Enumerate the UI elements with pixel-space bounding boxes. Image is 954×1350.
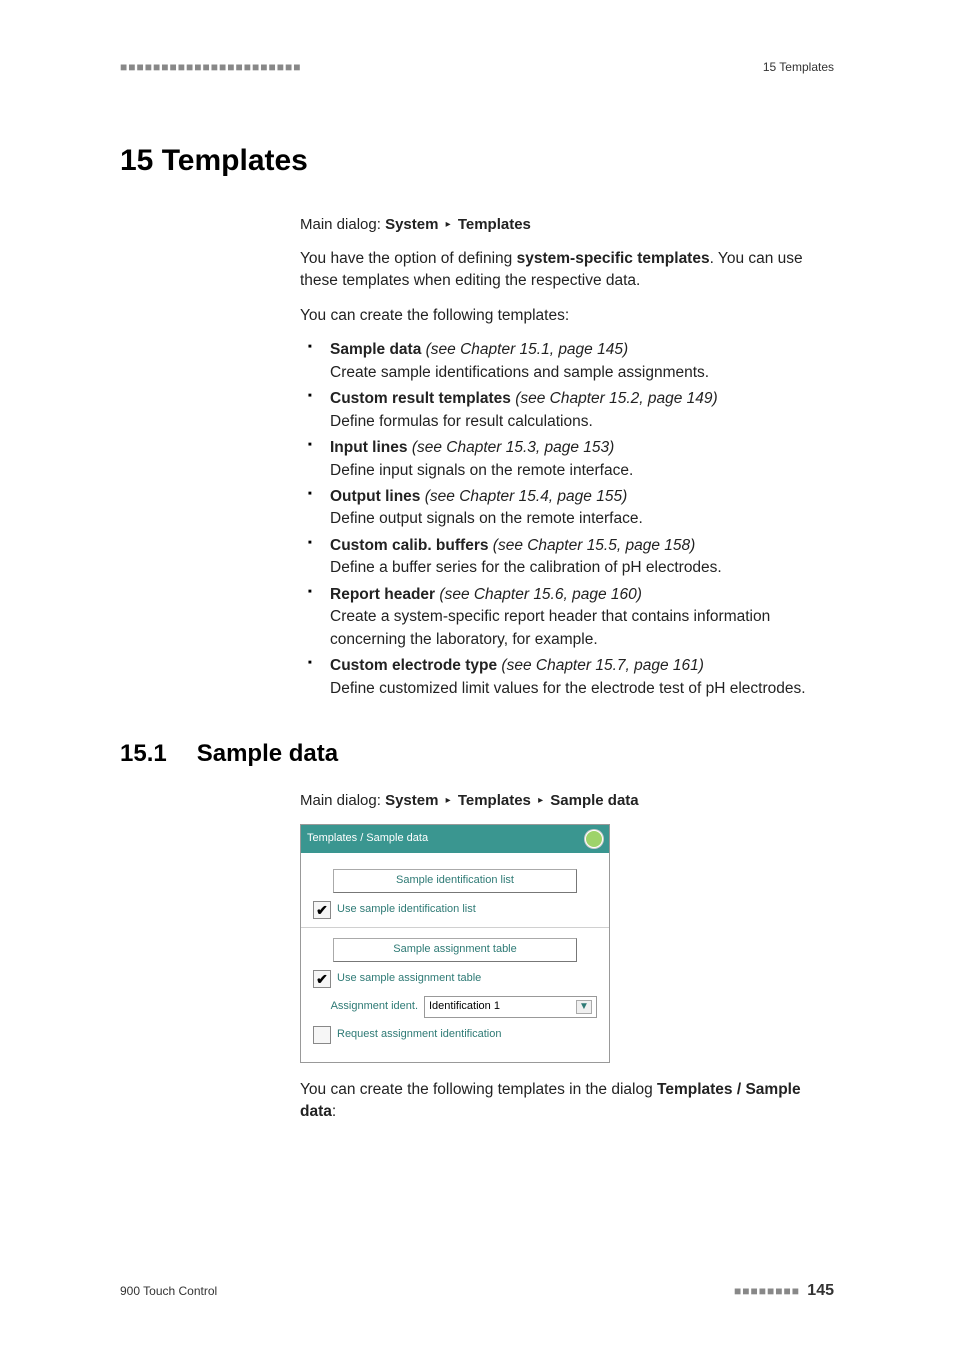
list-item-title: Input lines (330, 439, 408, 456)
list-item-ref: (see Chapter 15.6, page 160) (439, 586, 642, 603)
list-item-title: Report header (330, 586, 435, 603)
header-section-label: 15 Templates (763, 60, 834, 74)
list-item-ref: (see Chapter 15.7, page 161) (501, 657, 704, 674)
footer-product: 900 Touch Control (120, 1284, 217, 1298)
text-bold: system-specific templates (517, 250, 710, 267)
sample-identification-list-button[interactable]: Sample identification list (333, 869, 577, 893)
checkbox-label: Use sample identification list (337, 902, 476, 918)
section-title: Sample data (197, 740, 338, 768)
templates-list: Sample data (see Chapter 15.1, page 145)… (300, 339, 834, 700)
use-sample-identification-list-row: ✔ Use sample identification list (313, 901, 597, 919)
dialog-body: Sample identification list ✔ Use sample … (301, 853, 609, 1062)
list-item-desc: Define customized limit values for the e… (330, 678, 834, 700)
assignment-ident-label: Assignment ident. (313, 999, 418, 1015)
text-run: : (332, 1103, 336, 1120)
list-item-desc: Define formulas for result calculations. (330, 411, 834, 433)
content-block: Main dialog: System ▸ Templates You have… (300, 214, 834, 700)
sample-assignment-table-button[interactable]: Sample assignment table (333, 938, 577, 962)
breadcrumb-prefix: Main dialog: (300, 792, 385, 809)
triangle-icon: ▸ (446, 218, 451, 233)
text-run: You have the option of defining (300, 250, 517, 267)
footer-right: ■■■■■■■■ 145 (734, 1282, 834, 1300)
use-sample-identification-list-checkbox[interactable]: ✔ (313, 901, 331, 919)
list-item-ref: (see Chapter 15.3, page 153) (412, 439, 615, 456)
intro-paragraph-2: You can create the following templates: (300, 305, 834, 327)
list-item-desc: Define input signals on the remote inter… (330, 460, 834, 482)
list-item: Custom result templates (see Chapter 15.… (318, 388, 834, 433)
list-item-desc: Define a buffer series for the calibrati… (330, 557, 834, 579)
intro-paragraph: You have the option of defining system-s… (300, 248, 834, 293)
footer-dots: ■■■■■■■■ (734, 1284, 800, 1298)
select-value: Identification 1 (429, 999, 500, 1015)
list-item: Input lines (see Chapter 15.3, page 153)… (318, 437, 834, 482)
list-item-title: Output lines (330, 488, 420, 505)
use-sample-assignment-table-checkbox[interactable]: ✔ (313, 970, 331, 988)
divider (301, 927, 609, 928)
section-heading: 15.1 Sample data (120, 740, 834, 768)
list-item: Custom calib. buffers (see Chapter 15.5,… (318, 535, 834, 580)
outro-paragraph: You can create the following templates i… (300, 1079, 834, 1124)
list-item-ref: (see Chapter 15.5, page 158) (493, 537, 696, 554)
list-item: Sample data (see Chapter 15.1, page 145)… (318, 339, 834, 384)
footer-page-number: 145 (807, 1282, 834, 1299)
breadcrumb-part: Templates (458, 792, 531, 809)
list-item-title: Custom electrode type (330, 657, 497, 674)
triangle-icon: ▸ (538, 794, 543, 809)
list-item: Output lines (see Chapter 15.4, page 155… (318, 486, 834, 531)
section-number: 15.1 (120, 740, 167, 768)
breadcrumb: Main dialog: System ▸ Templates (300, 214, 834, 236)
help-icon[interactable] (585, 830, 603, 848)
list-item-title: Sample data (330, 341, 421, 358)
page-header: ■■■■■■■■■■■■■■■■■■■■■■ 15 Templates (120, 60, 834, 74)
breadcrumb-part: System (385, 216, 438, 233)
list-item-ref: (see Chapter 15.4, page 155) (425, 488, 628, 505)
triangle-icon: ▸ (446, 794, 451, 809)
list-item-ref: (see Chapter 15.2, page 149) (515, 390, 718, 407)
breadcrumb-prefix: Main dialog: (300, 216, 385, 233)
chevron-down-icon[interactable]: ▼ (576, 1000, 592, 1014)
list-item-desc: Create sample identifications and sample… (330, 362, 834, 384)
dialog-screenshot: Templates / Sample data Sample identific… (300, 824, 610, 1063)
assignment-ident-select[interactable]: Identification 1 ▼ (424, 996, 597, 1018)
content-block-2: Main dialog: System ▸ Templates ▸ Sample… (300, 790, 834, 1124)
list-item: Report header (see Chapter 15.6, page 16… (318, 584, 834, 651)
request-assignment-identification-checkbox[interactable]: ✔ (313, 1026, 331, 1044)
breadcrumb-part: Templates (458, 216, 531, 233)
list-item: Custom electrode type (see Chapter 15.7,… (318, 655, 834, 700)
checkbox-label: Use sample assignment table (337, 971, 481, 987)
list-item-title: Custom calib. buffers (330, 537, 488, 554)
use-sample-assignment-table-row: ✔ Use sample assignment table (313, 970, 597, 988)
list-item-ref: (see Chapter 15.1, page 145) (426, 341, 629, 358)
assignment-ident-row: Assignment ident. Identification 1 ▼ (313, 996, 597, 1018)
page-footer: 900 Touch Control ■■■■■■■■ 145 (120, 1282, 834, 1300)
request-assignment-identification-row: ✔ Request assignment identification (313, 1026, 597, 1044)
list-item-desc: Create a system-specific report header t… (330, 606, 834, 651)
breadcrumb-part: Sample data (550, 792, 638, 809)
chapter-title: 15 Templates (120, 144, 834, 178)
dialog-title: Templates / Sample data (307, 831, 428, 847)
list-item-desc: Define output signals on the remote inte… (330, 508, 834, 530)
breadcrumb: Main dialog: System ▸ Templates ▸ Sample… (300, 790, 834, 812)
dialog-titlebar: Templates / Sample data (301, 825, 609, 853)
header-dots: ■■■■■■■■■■■■■■■■■■■■■■ (120, 60, 301, 74)
checkbox-label: Request assignment identification (337, 1027, 501, 1043)
breadcrumb-part: System (385, 792, 438, 809)
list-item-title: Custom result templates (330, 390, 511, 407)
text-run: You can create the following templates i… (300, 1081, 657, 1098)
